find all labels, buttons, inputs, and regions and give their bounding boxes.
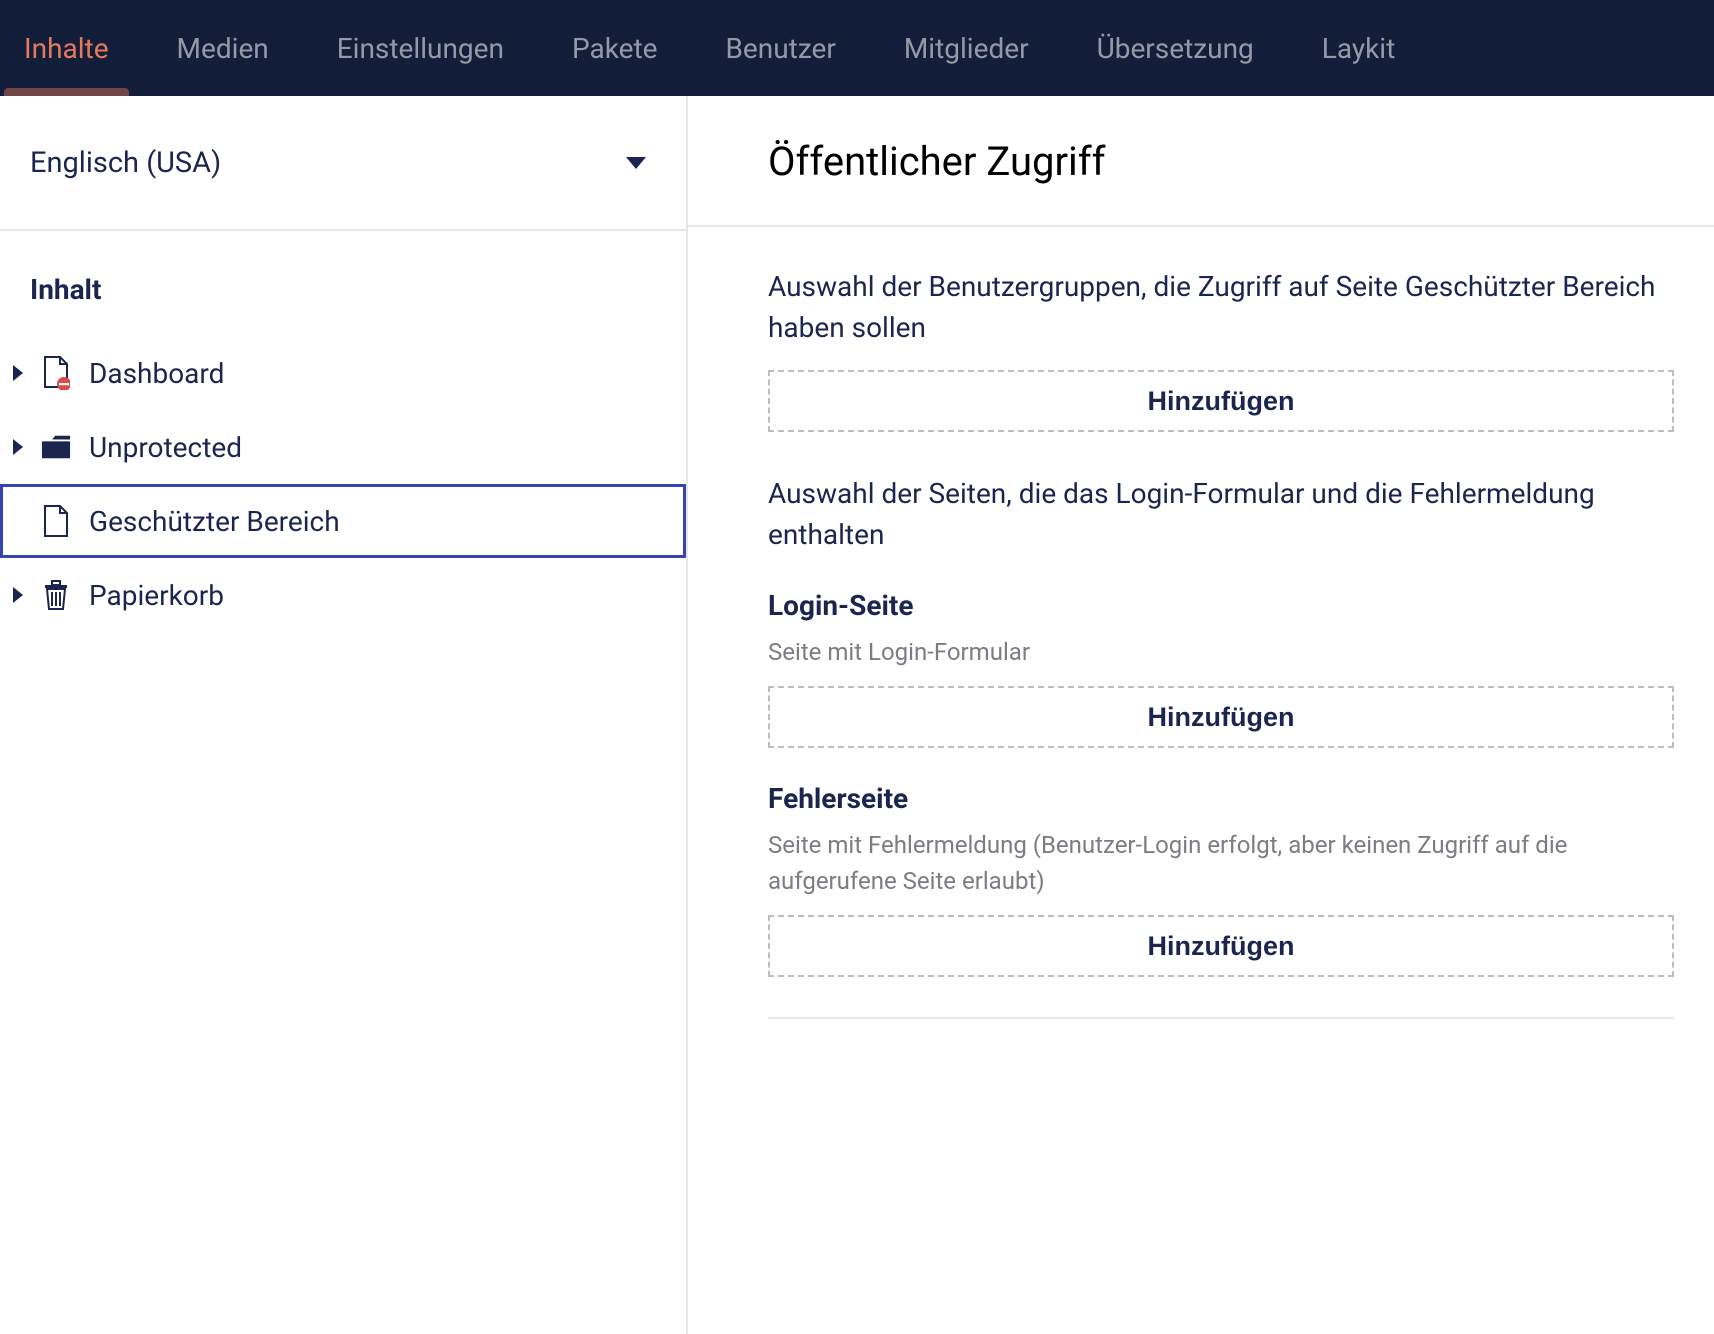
tree-item-protected[interactable]: Geschützter Bereich (0, 484, 686, 558)
add-group-button[interactable]: Hinzufügen (768, 370, 1674, 432)
add-login-page-button[interactable]: Hinzufügen (768, 686, 1674, 748)
chevron-down-icon (626, 157, 646, 169)
nav-members[interactable]: Mitglieder (900, 32, 1033, 65)
document-blocked-icon (41, 356, 71, 390)
tree-item-label: Papierkorb (89, 579, 224, 612)
nav-users[interactable]: Benutzer (721, 32, 839, 65)
error-page-label: Fehlerseite (768, 782, 1674, 815)
tree-item-label: Unprotected (89, 431, 242, 464)
page-title: Öffentlicher Zugriff (768, 138, 1674, 185)
divider (688, 225, 1714, 227)
pages-section-label: Auswahl der Seiten, die das Login-Formul… (768, 474, 1674, 555)
nav-translation[interactable]: Übersetzung (1093, 32, 1258, 65)
error-page-help: Seite mit Fehlermeldung (Benutzer-Login … (768, 827, 1674, 899)
sidebar: Englisch (USA) Inhalt Dashboard (0, 96, 688, 1334)
sidebar-section-title: Inhalt (0, 231, 686, 336)
nav-media[interactable]: Medien (173, 32, 273, 65)
language-select[interactable]: Englisch (USA) (0, 96, 686, 231)
divider (768, 1017, 1674, 1019)
nav-settings[interactable]: Einstellungen (333, 32, 508, 65)
tree-item-label: Dashboard (89, 357, 224, 390)
add-error-page-button[interactable]: Hinzufügen (768, 915, 1674, 977)
tree-item-trash[interactable]: Papierkorb (0, 558, 686, 632)
login-page-help: Seite mit Login-Formular (768, 634, 1674, 670)
tree-item-label: Geschützter Bereich (89, 505, 340, 538)
document-icon (41, 505, 71, 537)
tree-item-unprotected[interactable]: Unprotected (0, 410, 686, 484)
trash-icon (41, 579, 71, 611)
caret-right-icon (13, 587, 23, 603)
nav-packages[interactable]: Pakete (568, 32, 662, 65)
main-panel: Öffentlicher Zugriff Auswahl der Benutze… (688, 96, 1714, 1334)
folder-icon (41, 434, 71, 460)
top-nav: Inhalte Medien Einstellungen Pakete Benu… (0, 0, 1714, 96)
nav-laykit[interactable]: Laykit (1318, 32, 1400, 65)
nav-content[interactable]: Inhalte (20, 32, 113, 65)
content-tree: Dashboard Unprotected (0, 336, 686, 632)
tree-item-dashboard[interactable]: Dashboard (0, 336, 686, 410)
groups-section-label: Auswahl der Benutzergruppen, die Zugriff… (768, 267, 1674, 348)
caret-right-icon (13, 365, 23, 381)
caret-right-icon (13, 439, 23, 455)
login-page-label: Login-Seite (768, 589, 1674, 622)
language-select-label: Englisch (USA) (30, 146, 221, 180)
